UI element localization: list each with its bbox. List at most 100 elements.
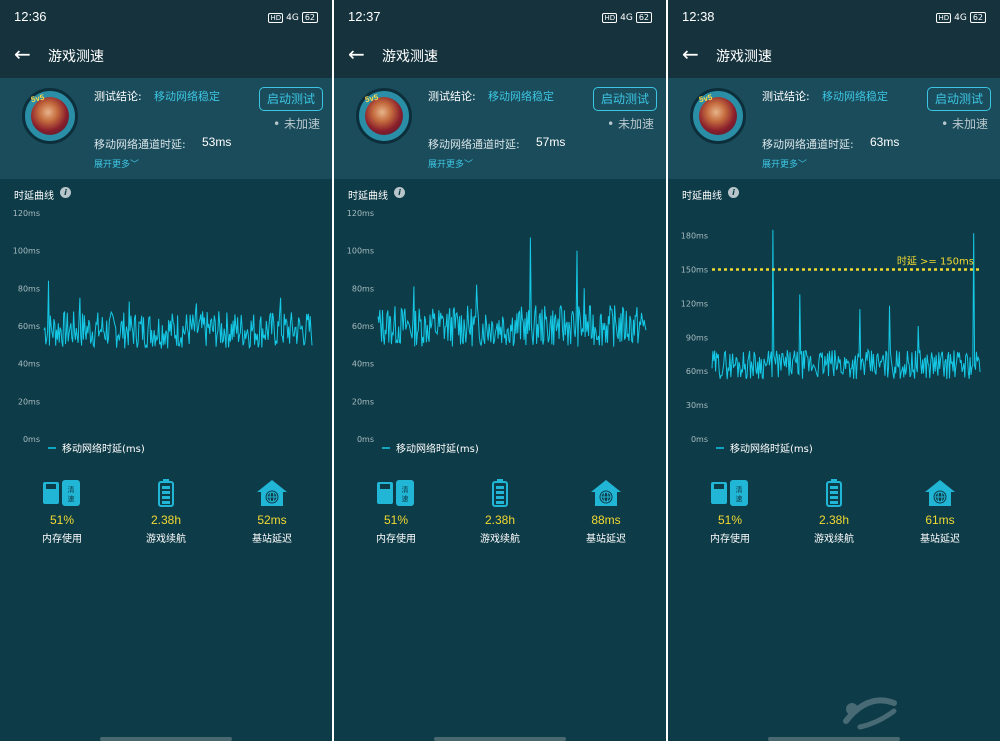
metric-memory: 清速 51% 内存使用 [690, 478, 770, 545]
channel-latency-label: 移动网络通道时延: [762, 138, 854, 151]
battery-life-label: 游戏续航 [480, 534, 520, 545]
svg-text:速: 速 [68, 495, 75, 503]
latency-series-line [43, 280, 313, 350]
battery-level-icon [794, 478, 874, 508]
metrics-row: 清速 51% 内存使用 2.38h 游戏续航 88ms 基站延迟 [334, 478, 666, 548]
nav-bar: ← 游戏测速 [0, 34, 332, 78]
y-tick-label: 150ms [681, 266, 708, 275]
metric-base-station: 88ms 基站延迟 [566, 478, 646, 545]
y-tick-label: 20ms [18, 397, 40, 406]
battery-icon: 62 [969, 12, 986, 23]
legend-label: 移动网络时延(ms) [396, 442, 479, 455]
status-time: 12:36 [14, 9, 47, 24]
status-bar: 12:37 HD 4G 62 [334, 0, 666, 34]
y-tick-label: 60ms [18, 322, 40, 331]
signal-icon: 4G [620, 12, 633, 23]
home-indicator[interactable] [100, 737, 232, 741]
channel-latency-value: 53ms [202, 135, 232, 149]
channel-latency-label: 移动网络通道时延: [428, 138, 520, 151]
latency-series-line [377, 237, 647, 347]
conclusion-value: 移动网络稳定 [822, 90, 888, 103]
game-avatar: 5v5 [690, 88, 746, 144]
base-station-label: 基站延迟 [586, 534, 626, 545]
memory-label: 内存使用 [376, 534, 416, 545]
y-tick-label: 40ms [18, 360, 40, 369]
y-tick-label: 120ms [681, 299, 708, 308]
metrics-row: 清速 51% 内存使用 2.38h 游戏续航 52ms 基站延迟 [0, 478, 332, 548]
y-tick-label: 120ms [13, 209, 40, 218]
test-summary-card: 5v5 测试结论: 移动网络稳定 启动测试 • 未加速 移动网络通道时延: 53… [0, 78, 332, 179]
hd-icon: HD [268, 12, 284, 23]
battery-life-label: 游戏续航 [146, 534, 186, 545]
page-title: 游戏测速 [382, 49, 438, 65]
back-arrow-icon[interactable]: ← [14, 44, 31, 64]
status-time: 12:37 [348, 9, 381, 24]
metric-battery: 2.38h 游戏续航 [126, 478, 206, 545]
battery-life-label: 游戏续航 [814, 534, 854, 545]
start-test-button[interactable]: 启动测试 [927, 87, 991, 111]
status-icons: HD 4G 62 [268, 12, 318, 23]
memory-value: 51% [383, 513, 409, 527]
info-icon[interactable]: i [728, 187, 739, 198]
battery-life-value: 2.38h [818, 513, 850, 527]
conclusion-value: 移动网络稳定 [154, 90, 220, 103]
show-more-link[interactable]: 展开更多﹀ [94, 157, 139, 170]
show-more-link[interactable]: 展开更多﹀ [428, 157, 473, 170]
memory-value: 51% [49, 513, 75, 527]
conclusion-label: 测试结论: [94, 90, 142, 103]
base-station-label: 基站延迟 [252, 534, 292, 545]
y-tick-label: 0ms [23, 435, 40, 444]
channel-latency-value: 57ms [536, 135, 566, 149]
y-tick-label: 80ms [352, 284, 374, 293]
chevron-down-icon: ﹀ [464, 160, 474, 170]
memory-icon: 清速 [690, 478, 770, 508]
info-icon[interactable]: i [60, 187, 71, 198]
signal-icon: 4G [954, 12, 967, 23]
phone-screen-3: 12:38 HD 4G 62 ← 游戏测速 5v5 测试结论: 移动网络稳定 启… [668, 0, 1000, 741]
home-indicator[interactable] [768, 737, 900, 741]
chevron-down-icon: ﹀ [798, 160, 808, 170]
hd-icon: HD [936, 12, 952, 23]
metrics-row: 清速 51% 内存使用 2.38h 游戏续航 61ms 基站延迟 [668, 478, 1000, 548]
latency-chart: 0ms 20ms 40ms 60ms 80ms 100ms 120ms 移动网络时延(ms) [13, 209, 313, 455]
legend-label: 移动网络时延(ms) [62, 442, 145, 455]
battery-icon: 62 [301, 12, 318, 23]
base-station-label: 基站延迟 [920, 534, 960, 545]
info-icon[interactable]: i [394, 187, 405, 198]
memory-icon: 清速 [22, 478, 102, 508]
home-indicator[interactable] [434, 737, 566, 741]
status-icons: HD 4G 62 [602, 12, 652, 23]
acceleration-status: • 未加速 [273, 117, 320, 131]
game-avatar: 5v5 [22, 88, 78, 144]
latency-chart: 0ms 20ms 40ms 60ms 80ms 100ms 120ms 移动网络时延(ms) [347, 209, 647, 455]
test-summary-card: 5v5 测试结论: 移动网络稳定 启动测试 • 未加速 移动网络通道时延: 63… [668, 78, 1000, 179]
battery-life-value: 2.38h [150, 513, 182, 527]
metric-base-station: 61ms 基站延迟 [900, 478, 980, 545]
test-summary-card: 5v5 测试结论: 移动网络稳定 启动测试 • 未加速 移动网络通道时延: 57… [334, 78, 666, 179]
back-arrow-icon[interactable]: ← [682, 44, 699, 64]
y-tick-label: 60ms [352, 322, 374, 331]
globe-house-icon [566, 478, 646, 508]
svg-text:速: 速 [736, 495, 743, 503]
hd-icon: HD [602, 12, 618, 23]
conclusion-value: 移动网络稳定 [488, 90, 554, 103]
chevron-down-icon: ﹀ [130, 160, 140, 170]
memory-icon: 清速 [356, 478, 436, 508]
screenshot-collage: 12:36 HD 4G 62 ← 游戏测速 5v5 测试结论: 移动网络稳定 启… [0, 0, 1000, 741]
acceleration-status: • 未加速 [941, 117, 988, 131]
show-more-link[interactable]: 展开更多﹀ [762, 157, 807, 170]
signal-icon: 4G [286, 12, 299, 23]
start-test-button[interactable]: 启动测试 [259, 87, 323, 111]
start-test-button[interactable]: 启动测试 [593, 87, 657, 111]
legend-label: 移动网络时延(ms) [730, 442, 813, 455]
y-tick-label: 100ms [347, 247, 374, 256]
battery-level-icon [460, 478, 540, 508]
y-tick-label: 20ms [352, 397, 374, 406]
watermark-logo [838, 683, 993, 733]
status-icons: HD 4G 62 [936, 12, 986, 23]
back-arrow-icon[interactable]: ← [348, 44, 365, 64]
memory-label: 内存使用 [710, 534, 750, 545]
battery-level-icon [126, 478, 206, 508]
status-time: 12:38 [682, 9, 715, 24]
nav-bar: ← 游戏测速 [334, 34, 666, 78]
